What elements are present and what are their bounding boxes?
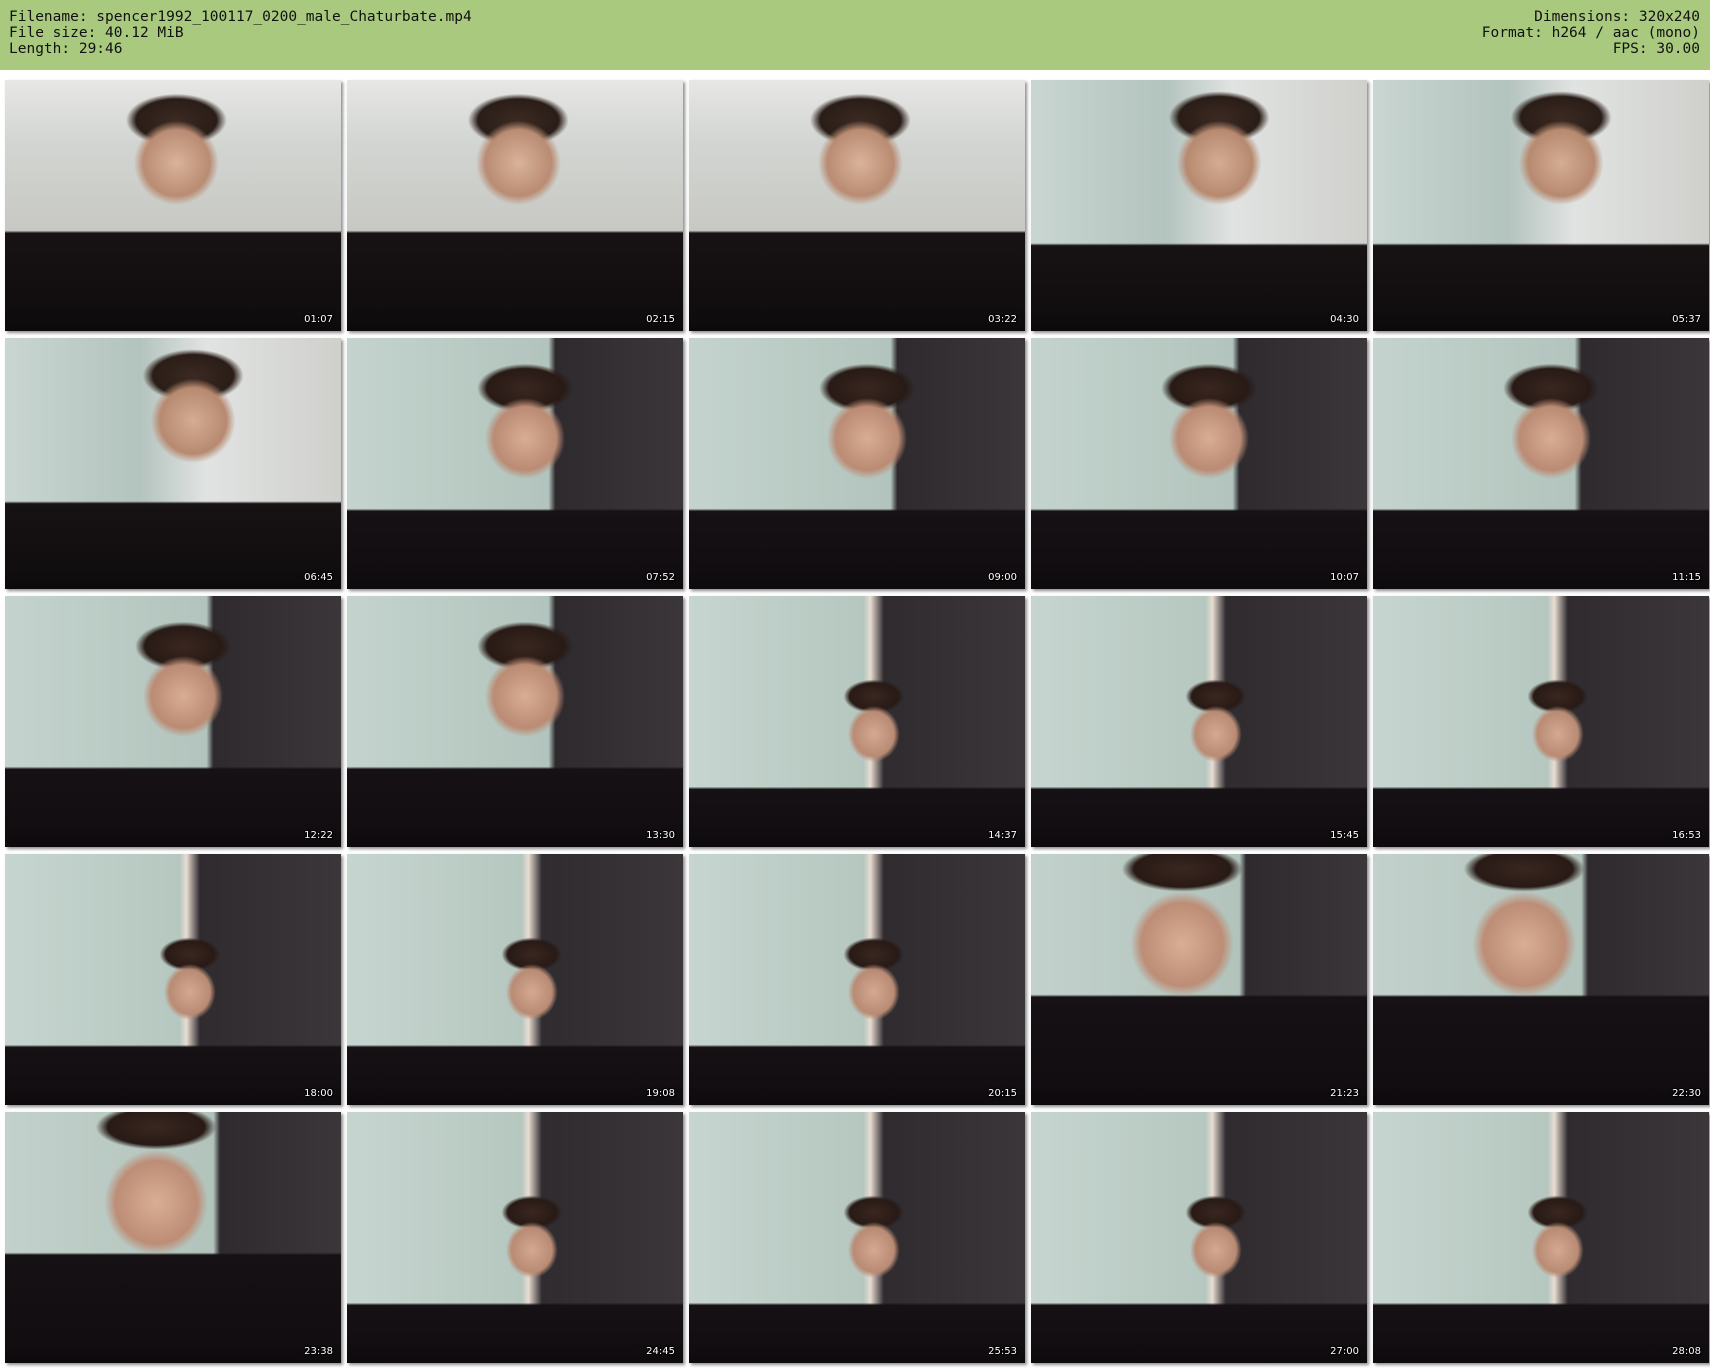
file-info-left: Filename: spencer1992_100117_0200_male_C… [9, 9, 472, 57]
video-thumbnail: 02:15 [347, 80, 683, 331]
thumbnail-timestamp: 14:37 [988, 830, 1017, 841]
video-thumbnail: 15:45 [1031, 596, 1367, 847]
dimensions-text: Dimensions: 320x240 [1534, 9, 1700, 25]
video-thumbnail: 05:37 [1373, 80, 1709, 331]
thumbnail-timestamp: 16:53 [1672, 830, 1701, 841]
video-thumbnail: 13:30 [347, 596, 683, 847]
format-text: Format: h264 / aac (mono) [1481, 25, 1700, 41]
video-thumbnail: 10:07 [1031, 338, 1367, 589]
video-thumbnail: 27:00 [1031, 1112, 1367, 1363]
length-text: Length: 29:46 [9, 41, 123, 57]
thumbnail-timestamp: 06:45 [304, 572, 333, 583]
thumbnail-timestamp: 28:08 [1672, 1346, 1701, 1357]
thumbnail-timestamp: 18:00 [304, 1088, 333, 1099]
thumbnail-timestamp: 03:22 [988, 314, 1017, 325]
thumbnail-timestamp: 27:00 [1330, 1346, 1359, 1357]
video-thumbnail: 01:07 [5, 80, 341, 331]
video-thumbnail: 11:15 [1373, 338, 1709, 589]
video-thumbnail: 20:15 [689, 854, 1025, 1105]
thumbnail-timestamp: 05:37 [1672, 314, 1701, 325]
thumbnail-timestamp: 11:15 [1672, 572, 1701, 583]
file-info-right: Dimensions: 320x240 Format: h264 / aac (… [1482, 9, 1700, 57]
video-thumbnail: 21:23 [1031, 854, 1367, 1105]
thumbnail-timestamp: 01:07 [304, 314, 333, 325]
video-thumbnail: 25:53 [689, 1112, 1025, 1363]
thumbnail-timestamp: 15:45 [1330, 830, 1359, 841]
video-info-header: Filename: spencer1992_100117_0200_male_C… [0, 0, 1710, 70]
video-thumbnail: 12:22 [5, 596, 341, 847]
thumbnail-timestamp: 04:30 [1330, 314, 1359, 325]
thumbnail-timestamp: 12:22 [304, 830, 333, 841]
thumbnail-timestamp: 07:52 [646, 572, 675, 583]
video-thumbnail: 14:37 [689, 596, 1025, 847]
thumbnail-timestamp: 25:53 [988, 1346, 1017, 1357]
video-thumbnail: 06:45 [5, 338, 341, 589]
thumbnail-timestamp: 21:23 [1330, 1088, 1359, 1099]
thumbnail-timestamp: 19:08 [646, 1088, 675, 1099]
video-thumbnail: 04:30 [1031, 80, 1367, 331]
fps-text: FPS: 30.00 [1612, 41, 1700, 57]
video-thumbnail: 22:30 [1373, 854, 1709, 1105]
thumbnail-timestamp: 22:30 [1672, 1088, 1701, 1099]
thumbnail-timestamp: 09:00 [988, 572, 1017, 583]
video-thumbnail: 19:08 [347, 854, 683, 1105]
file-size-text: File size: 40.12 MiB [9, 25, 184, 41]
thumbnail-timestamp: 10:07 [1330, 572, 1359, 583]
video-thumbnail: 16:53 [1373, 596, 1709, 847]
filename-text: Filename: spencer1992_100117_0200_male_C… [9, 9, 472, 25]
thumbnail-timestamp: 02:15 [646, 314, 675, 325]
thumbnail-timestamp: 24:45 [646, 1346, 675, 1357]
thumbnail-timestamp: 23:38 [304, 1346, 333, 1357]
thumbnail-grid: 01:07 02:15 03:22 04:30 05:37 06:45 07:52 09:00… [5, 80, 1709, 1366]
video-thumbnail: 28:08 [1373, 1112, 1709, 1363]
thumbnail-timestamp: 20:15 [988, 1088, 1017, 1099]
video-thumbnail: 07:52 [347, 338, 683, 589]
video-thumbnail: 09:00 [689, 338, 1025, 589]
thumbnail-timestamp: 13:30 [646, 830, 675, 841]
video-thumbnail: 23:38 [5, 1112, 341, 1363]
video-thumbnail: 18:00 [5, 854, 341, 1105]
video-thumbnail: 03:22 [689, 80, 1025, 331]
video-thumbnail: 24:45 [347, 1112, 683, 1363]
